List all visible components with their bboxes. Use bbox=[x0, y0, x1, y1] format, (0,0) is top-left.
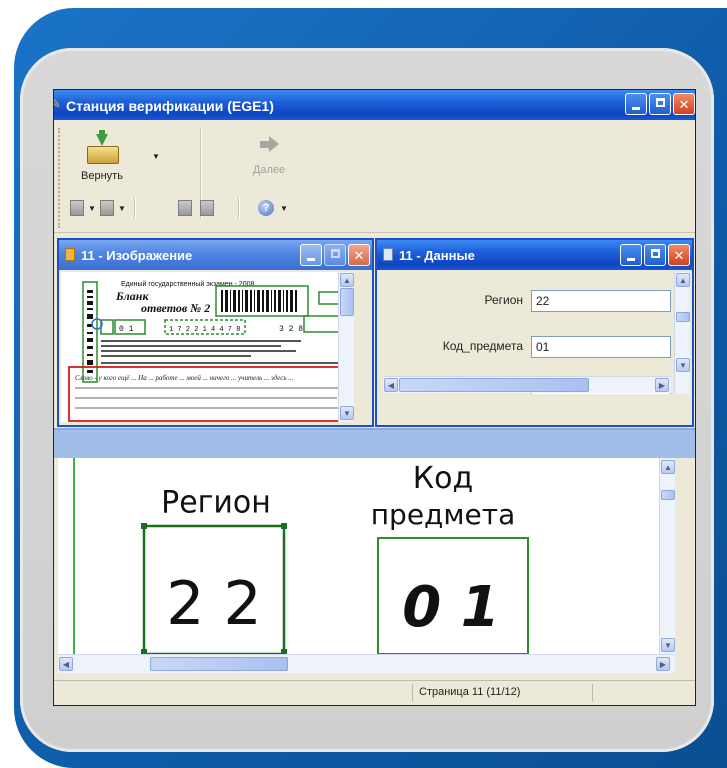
toolbar-grip[interactable] bbox=[58, 128, 63, 228]
zoom-scroll-thumb[interactable] bbox=[661, 490, 675, 500]
data-fields-panel: Регион 22 Код_предмета 01 ▲ ▼ ◀ ▶ bbox=[379, 272, 690, 423]
zoomed-fragment-view[interactable]: Регион 2 2 Код предмета 0 1 ▲ ▼ bbox=[58, 458, 675, 654]
image-window-controls: ✕ bbox=[300, 244, 370, 266]
zoom-subject-digits: 0 1 bbox=[402, 575, 499, 640]
data-window-icon bbox=[383, 248, 393, 261]
data-window-titlebar[interactable]: 11 - Данные ✕ bbox=[377, 240, 692, 270]
form-header-text: Единый государственный экзамен - 2008 bbox=[121, 280, 254, 288]
zoom-hscroll-thumb[interactable] bbox=[150, 657, 288, 671]
image-window-titlebar[interactable]: 11 - Изображение ✕ bbox=[59, 240, 372, 270]
zoom-scroll-left-arrow[interactable]: ◀ bbox=[59, 657, 73, 671]
maximize-button[interactable] bbox=[649, 93, 671, 115]
return-dropdown-arrow[interactable]: ▼ bbox=[152, 152, 160, 161]
arrow-right-icon bbox=[258, 134, 280, 154]
form-title-line-2: ответов № 2 bbox=[141, 301, 210, 315]
scroll-down-arrow[interactable]: ▼ bbox=[340, 406, 354, 420]
field-region: Регион 22 bbox=[379, 290, 673, 314]
data-window: 11 - Данные ✕ Регион 22 Код_предмета 01 … bbox=[377, 240, 692, 425]
zoom-scroll-down-arrow[interactable]: ▼ bbox=[661, 638, 675, 652]
image-window-title: 11 - Изображение bbox=[81, 248, 193, 263]
page-layout-icon[interactable] bbox=[100, 200, 114, 216]
image-vertical-scrollbar[interactable]: ▲ ▼ bbox=[338, 272, 354, 422]
zoom-region-digits: 2 2 bbox=[166, 569, 261, 639]
scroll-up-arrow[interactable]: ▲ bbox=[340, 273, 354, 287]
data-horizontal-scrollbar[interactable]: ◀ ▶ bbox=[383, 376, 671, 393]
toolbar-separator-2 bbox=[134, 198, 135, 218]
status-page: Страница 11 (11/12) bbox=[412, 684, 592, 702]
return-button[interactable]: Вернуть bbox=[72, 130, 132, 182]
form-region-code: 0 1 bbox=[119, 325, 134, 334]
splitter-band[interactable] bbox=[54, 428, 695, 458]
image-window-icon bbox=[65, 248, 75, 261]
field-subject-code: Код_предмета 01 bbox=[379, 336, 673, 360]
field-subject-code-label: Код_предмета bbox=[442, 339, 523, 353]
zoom-horizontal-scrollbar[interactable]: ◀ ▶ bbox=[58, 654, 675, 673]
zoom-scroll-up-arrow[interactable]: ▲ bbox=[661, 460, 675, 474]
data-hscroll-thumb[interactable] bbox=[399, 378, 589, 392]
window-titlebar[interactable]: ✎ Станция верификации (EGE1) ✕ bbox=[54, 90, 695, 120]
zoom-region-label: Регион bbox=[161, 484, 271, 521]
zoom-subject-label-2: предмета bbox=[371, 498, 515, 531]
field-region-label: Регион bbox=[484, 293, 523, 307]
window-controls: ✕ bbox=[625, 93, 695, 115]
data-scroll-thumb[interactable] bbox=[676, 312, 690, 322]
form-number-code: 1 7 2 2 1 4 4 7 8 bbox=[169, 326, 240, 334]
data-window-title: 11 - Данные bbox=[399, 248, 475, 263]
data-maximize-button[interactable] bbox=[644, 244, 666, 266]
help-dropdown[interactable]: ▼ bbox=[280, 204, 288, 213]
toolbar-separator-3 bbox=[238, 198, 239, 218]
data-close-button[interactable]: ✕ bbox=[668, 244, 690, 266]
data-minimize-button[interactable] bbox=[620, 244, 642, 266]
verification-station-window: ✎ Станция верификации (EGE1) ✕ Вернуть ▼… bbox=[54, 90, 695, 705]
document-icon-b[interactable] bbox=[200, 200, 214, 216]
image-minimize-button[interactable] bbox=[300, 244, 322, 266]
data-scroll-down-arrow[interactable]: ▼ bbox=[676, 358, 690, 372]
page-prev-dropdown[interactable]: ▼ bbox=[88, 204, 96, 213]
scanned-form-image[interactable]: Единый государственный экзамен - 2008 Бл… bbox=[61, 272, 354, 422]
data-scroll-right-arrow[interactable]: ▶ bbox=[655, 378, 669, 392]
image-close-button[interactable]: ✕ bbox=[348, 244, 370, 266]
status-bar: Страница 11 (11/12) bbox=[54, 680, 695, 705]
page-prev-icon[interactable] bbox=[70, 200, 84, 216]
form-variant-code: 3 2 8 bbox=[279, 325, 303, 334]
document-icon-a[interactable] bbox=[178, 200, 192, 216]
toolbar: Вернуть ▼ Далее ▼ ▼ ? ▼ bbox=[54, 120, 695, 233]
zoom-vertical-scrollbar[interactable]: ▲ ▼ bbox=[659, 458, 675, 654]
zoom-subject-label-1: Код bbox=[413, 461, 473, 496]
return-button-label: Вернуть bbox=[81, 170, 123, 182]
zoomed-fragment-svg: Регион 2 2 Код предмета 0 1 bbox=[73, 458, 529, 654]
data-window-controls: ✕ bbox=[620, 244, 690, 266]
data-scroll-up-arrow[interactable]: ▲ bbox=[676, 273, 690, 287]
form-answer-text: Слово - у кого ещё ... На ... работе ...… bbox=[75, 374, 294, 382]
close-button[interactable]: ✕ bbox=[673, 93, 695, 115]
zoom-scroll-right-arrow[interactable]: ▶ bbox=[656, 657, 670, 671]
field-subject-code-input[interactable]: 01 bbox=[531, 336, 671, 358]
field-region-input[interactable]: 22 bbox=[531, 290, 671, 312]
next-button-label: Далее bbox=[252, 164, 286, 176]
minimize-button[interactable] bbox=[625, 93, 647, 115]
page-layout-dropdown[interactable]: ▼ bbox=[118, 204, 126, 213]
image-maximize-button[interactable] bbox=[324, 244, 346, 266]
return-icon bbox=[87, 130, 119, 164]
image-window: 11 - Изображение ✕ Единый государственны… bbox=[59, 240, 372, 425]
next-button[interactable]: Далее bbox=[244, 134, 294, 176]
status-page-text: Страница 11 (11/12) bbox=[419, 686, 521, 698]
help-icon[interactable]: ? bbox=[258, 200, 274, 216]
data-scroll-left-arrow[interactable]: ◀ bbox=[384, 378, 398, 392]
app-icon: ✎ bbox=[54, 96, 61, 111]
status-empty-cell bbox=[592, 684, 692, 702]
window-title: Станция верификации (EGE1) bbox=[66, 98, 274, 114]
scroll-thumb[interactable] bbox=[340, 288, 354, 316]
scanned-form-svg: Единый государственный экзамен - 2008 Бл… bbox=[68, 280, 348, 422]
data-vertical-scrollbar[interactable]: ▲ ▼ bbox=[674, 272, 690, 394]
